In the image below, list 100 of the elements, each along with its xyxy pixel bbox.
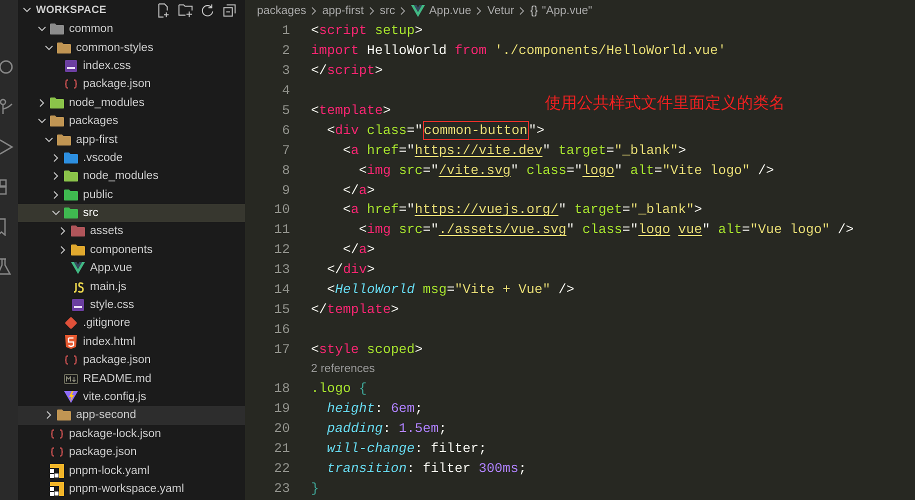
breadcrumb-item[interactable]: app-first xyxy=(322,4,364,16)
tree-item[interactable]: README.md xyxy=(18,369,245,388)
chevron-icon[interactable] xyxy=(58,226,68,236)
code-line: <div class="common-button"> xyxy=(326,122,544,138)
v-shape-icon xyxy=(411,4,426,16)
tree-item[interactable]: common-styles xyxy=(18,38,245,57)
tree-item[interactable]: package.json xyxy=(18,351,245,370)
tree-item[interactable]: app-second xyxy=(18,406,245,425)
tree-item[interactable]: public xyxy=(18,186,245,204)
breadcrumb-item[interactable]: src xyxy=(380,4,396,16)
chevron-icon xyxy=(518,6,526,16)
chevron-icon[interactable] xyxy=(58,244,68,255)
tree-item[interactable]: index.html xyxy=(18,332,245,352)
collapse-all-icon[interactable] xyxy=(222,2,237,18)
new-file-icon[interactable] xyxy=(156,2,171,18)
line-number: 13 xyxy=(273,262,291,278)
tree-item[interactable]: pnpm-workspace.yaml xyxy=(18,480,245,498)
code-line: will-change: filter; xyxy=(326,441,487,456)
tree-item[interactable]: vite.config.js xyxy=(18,388,245,406)
line-number: 18 xyxy=(273,381,291,396)
chevron-icon[interactable] xyxy=(22,5,32,15)
chevron-icon[interactable] xyxy=(37,98,47,108)
v-shape-icon xyxy=(71,262,85,274)
tree-item[interactable]: app-first xyxy=(18,130,245,149)
breadcrumb-item[interactable]: App.vue xyxy=(429,4,472,16)
chevron-icon xyxy=(475,6,484,16)
tree-item[interactable]: packages xyxy=(18,112,245,130)
chevron-icon[interactable] xyxy=(51,152,61,163)
chevron-icon[interactable] xyxy=(51,171,61,182)
breadcrumb-item[interactable]: Vetur xyxy=(487,4,514,16)
shield-icon xyxy=(64,334,78,349)
tree-item[interactable]: node_modules xyxy=(18,167,245,186)
annotation-text: 使用公共样式文件里面定义的类名 xyxy=(545,94,785,114)
code-line: <a href="https://vite.dev" target="_blank"> xyxy=(342,142,686,158)
chevron-icon[interactable] xyxy=(44,410,54,420)
folder-icon xyxy=(50,115,64,128)
refresh-icon[interactable] xyxy=(200,2,215,18)
chevron-icon xyxy=(310,6,318,16)
breadcrumb-item[interactable]: "App.vue" xyxy=(542,4,592,16)
braces-icon xyxy=(64,79,78,90)
line-number: 17 xyxy=(273,342,291,357)
code-line: </script> xyxy=(311,63,383,78)
line-number: 21 xyxy=(273,441,291,456)
chevron-icon[interactable] xyxy=(44,42,54,53)
tree-item[interactable]: pnpm-lock.yaml xyxy=(18,461,245,480)
folder-icon xyxy=(64,152,78,164)
tree-item[interactable]: style.css xyxy=(18,296,245,314)
folder-icon xyxy=(64,170,78,182)
breadcrumb-item[interactable]: packages xyxy=(257,4,306,16)
line-number: 7 xyxy=(281,142,291,158)
line-number: 9 xyxy=(281,182,291,198)
code-line: <script setup> xyxy=(311,23,423,38)
grid-icon xyxy=(50,464,64,478)
line-number: 12 xyxy=(273,242,291,258)
code-line: <a href="https://vuejs.org/" target="_blank"> xyxy=(342,202,702,218)
line-number: 5 xyxy=(281,103,291,118)
folder-icon xyxy=(71,225,85,238)
tree-item[interactable]: package.json xyxy=(18,75,245,94)
code-line: <img src="/vite.svg" class="logo" alt="Vite logo" /> xyxy=(358,162,774,178)
line-number: 22 xyxy=(273,461,291,476)
code-line: </a> xyxy=(342,242,375,258)
line-number: 15 xyxy=(273,302,291,317)
tree-item[interactable]: main.js xyxy=(18,277,245,296)
tree-item[interactable]: src xyxy=(18,204,245,222)
braces-icon xyxy=(50,428,64,439)
tree-item[interactable]: .vscode xyxy=(18,148,245,168)
folder-icon xyxy=(57,134,71,146)
tree-item[interactable]: common xyxy=(18,20,245,38)
code-line: <HelloWorld msg="Vite + Vue" /> xyxy=(326,282,574,298)
tree-item[interactable]: index.css xyxy=(18,56,245,76)
tree-item[interactable]: package.json xyxy=(18,442,245,462)
line-number: 16 xyxy=(273,322,291,337)
tree-item[interactable]: node_modules xyxy=(18,94,245,112)
folder-icon xyxy=(64,188,78,201)
chevron-icon[interactable] xyxy=(44,134,54,145)
code-line: height: 6em; xyxy=(326,401,423,416)
stylesheet-icon xyxy=(64,58,78,73)
line-number: 23 xyxy=(273,480,291,496)
stylesheet-icon xyxy=(71,298,85,312)
line-number: 6 xyxy=(281,122,291,138)
code-line: .logo { xyxy=(311,381,367,396)
code-line: </template> xyxy=(311,302,399,317)
tree-item[interactable]: components xyxy=(18,240,245,260)
tree-item[interactable]: package-lock.json xyxy=(18,424,245,443)
code-line: </a> xyxy=(342,182,375,198)
line-number: 11 xyxy=(273,222,291,238)
tree-item[interactable]: assets xyxy=(18,222,245,241)
chevron-icon[interactable] xyxy=(51,190,61,200)
line-number: 3 xyxy=(281,63,291,78)
code-line: <img src="./assets/vue.svg" class="logo vue" alt="Vue logo" /> xyxy=(358,222,854,238)
folder-icon xyxy=(64,207,78,220)
tree-item[interactable]: .gitignore xyxy=(18,314,245,333)
code-line: padding: 1.5em; xyxy=(326,421,447,436)
tree-item[interactable]: App.vue xyxy=(18,259,245,278)
section-title: WORKSPACE xyxy=(36,4,106,16)
script-icon xyxy=(71,280,85,294)
folder-icon xyxy=(50,96,64,109)
new-folder-icon[interactable] xyxy=(178,2,193,18)
references-link[interactable]: 2 references xyxy=(311,363,375,376)
braces-icon xyxy=(64,355,78,366)
